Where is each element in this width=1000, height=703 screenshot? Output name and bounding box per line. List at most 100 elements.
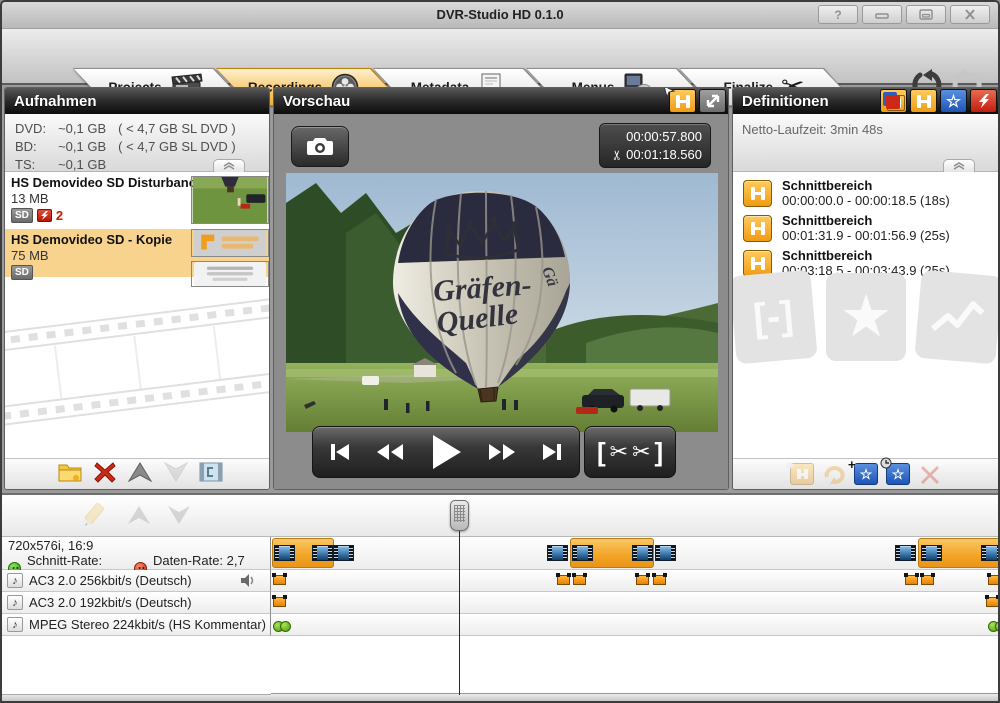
definitionen-panel: Definitionen ☆ Netto-Laufzeit: 3min 48s … (732, 87, 1000, 490)
audio-cut-marker[interactable] (921, 575, 934, 585)
move-up-button[interactable] (127, 461, 153, 488)
collapse-definitions-button[interactable] (943, 159, 975, 172)
track-labels-column: 720x576i, 16:9 Schnitt-Rate: 0,2 s Daten… (2, 537, 271, 703)
aufnahmen-title: Aufnahmen (14, 93, 97, 110)
aufnahmen-panel: Aufnahmen DVD:~0,1 GB( < 4,7 GB SL DVD )… (4, 87, 270, 490)
film-frame-marker[interactable] (895, 545, 916, 561)
sd-badge: SD (11, 208, 33, 223)
music-note-icon: ♪ (7, 573, 23, 588)
move-down-button[interactable] (163, 461, 189, 488)
vorschau-title: Vorschau (283, 93, 350, 110)
cut-region-item[interactable]: Schnittbereich 00:03:18.5 - 00:03:43.9 (… (733, 246, 999, 281)
collapse-list-button[interactable] (213, 159, 245, 172)
help-button[interactable]: ? (818, 5, 858, 24)
cut-watermark-icon: [-] (732, 270, 817, 365)
cut-in-button[interactable]: ✂ (610, 439, 628, 465)
cut-out-button[interactable]: ✂ (632, 439, 650, 465)
edit-pencil-icon[interactable] (82, 501, 112, 534)
cut-region-item[interactable]: Schnittbereich 00:01:31.9 - 00:01:56.9 (… (733, 211, 999, 246)
film-frame-marker[interactable] (655, 545, 676, 561)
delete-recording-button[interactable] (93, 460, 117, 489)
audio-cut-marker[interactable] (557, 575, 570, 585)
audio-track-label[interactable]: ♪ AC3 2.0 256kbit/s (Deutsch) (2, 570, 271, 592)
skip-end-button[interactable] (527, 430, 577, 474)
timeline-down-icon[interactable] (166, 503, 192, 532)
film-frame-marker[interactable] (547, 545, 568, 561)
film-frame-marker[interactable] (921, 545, 942, 561)
film-frame-marker[interactable] (333, 545, 354, 561)
audio-cut-marker[interactable] (273, 575, 286, 585)
timeline-empty-area (2, 636, 271, 695)
text-thumbnail (191, 261, 269, 287)
bookmark-button[interactable]: ☆ (940, 89, 967, 113)
cut-region-icon (743, 215, 772, 242)
timeline-panel: 720x576i, 16:9 Schnitt-Rate: 0,2 s Daten… (2, 493, 1000, 703)
vorschau-body: 00:00:57.800 ✂00:01:18.560 (274, 114, 728, 489)
frame-view-button[interactable] (199, 461, 223, 488)
audio-cut-marker[interactable] (653, 575, 666, 585)
cut-region-item[interactable]: Schnittbereich 00:00:00.0 - 00:00:18.5 (… (733, 176, 999, 211)
rewind-button[interactable] (365, 430, 415, 474)
signal-watermark-icon (915, 270, 1000, 365)
recordings-list: HS Demovideo SD Disturbances 13 MB SD 2 … (5, 172, 269, 324)
timeline-up-icon[interactable] (126, 503, 152, 532)
audio-sync-dots[interactable] (988, 621, 1000, 630)
delete-definition-button[interactable] (918, 463, 942, 485)
current-time: 00:00:57.800 (600, 128, 702, 146)
timecode-display: 00:00:57.800 ✂00:01:18.560 (599, 123, 711, 168)
video-preview[interactable]: Gräfen- Quelle Gä (286, 173, 718, 432)
audio-sync-dots[interactable] (273, 621, 289, 630)
maximize-button[interactable] (906, 5, 946, 24)
runtime-info: Netto-Laufzeit: 3min 48s (733, 114, 999, 172)
refresh-cut-button[interactable] (822, 463, 846, 485)
timeline-topbar (2, 495, 1000, 537)
cut-time-scissors-icon: ✂ (609, 150, 627, 161)
film-frame-marker[interactable] (312, 545, 333, 561)
music-note-icon: ♪ (7, 595, 23, 610)
audio-track-label[interactable]: ♪ MPEG Stereo 224kbit/s (HS Kommentar) (2, 614, 271, 636)
cut-regions-all-button[interactable] (880, 89, 907, 113)
transport-controls (312, 426, 580, 478)
playhead-line (459, 505, 460, 695)
play-button[interactable] (415, 430, 477, 474)
disturbance-count: 2 (56, 208, 63, 223)
definitions-watermark: [-] ★ (733, 273, 999, 361)
capacity-info: DVD:~0,1 GB( < 4,7 GB SL DVD ) BD:~0,1 G… (5, 114, 269, 172)
film-frame-marker[interactable] (274, 545, 295, 561)
definitionen-header: Definitionen ☆ (733, 88, 999, 114)
cursor-arrow-icon (663, 87, 677, 104)
expand-icon (705, 93, 721, 109)
net-runtime: Netto-Laufzeit: 3min 48s (742, 122, 883, 137)
audio-track-label[interactable]: ♪ AC3 2.0 192kbit/s (Deutsch) (2, 592, 271, 614)
cut-region-button[interactable] (910, 89, 937, 113)
film-frame-marker[interactable] (632, 545, 653, 561)
audio-cut-marker[interactable] (573, 575, 586, 585)
cut-in-out-controls: [ ✂ ✂ ] (584, 426, 676, 478)
audio-cut-marker[interactable] (988, 575, 1000, 585)
snapshot-button[interactable] (291, 126, 349, 167)
playhead-handle[interactable] (450, 500, 469, 531)
lightning-icon (978, 94, 990, 108)
disturbance-button[interactable] (970, 89, 997, 113)
fullscreen-button[interactable] (699, 89, 726, 113)
cut-time: 00:01:18.560 (626, 146, 702, 164)
film-frame-marker[interactable] (572, 545, 593, 561)
cut-region-icon (743, 250, 772, 277)
audio-cut-marker[interactable] (986, 597, 999, 607)
audio-cut-marker[interactable] (905, 575, 918, 585)
disturbance-flag-icon (37, 209, 52, 222)
film-frame-marker[interactable] (981, 545, 1000, 561)
open-folder-button[interactable] (57, 461, 83, 488)
set-cut-at-cursor-button[interactable] (669, 89, 696, 113)
video-track-label: 720x576i, 16:9 Schnitt-Rate: 0,2 s Daten… (2, 537, 271, 570)
logo-thumbnail (191, 229, 269, 257)
audio-cut-marker[interactable] (636, 575, 649, 585)
add-bookmark-button[interactable]: ☆+ (854, 463, 878, 485)
skip-start-button[interactable] (315, 430, 365, 474)
minimize-button[interactable] (862, 5, 902, 24)
add-timed-bookmark-button[interactable]: ☆ (886, 463, 910, 485)
goto-cut-button[interactable]: ► (790, 463, 814, 485)
close-button[interactable] (950, 5, 990, 24)
fast-forward-button[interactable] (477, 430, 527, 474)
audio-cut-marker[interactable] (273, 597, 286, 607)
